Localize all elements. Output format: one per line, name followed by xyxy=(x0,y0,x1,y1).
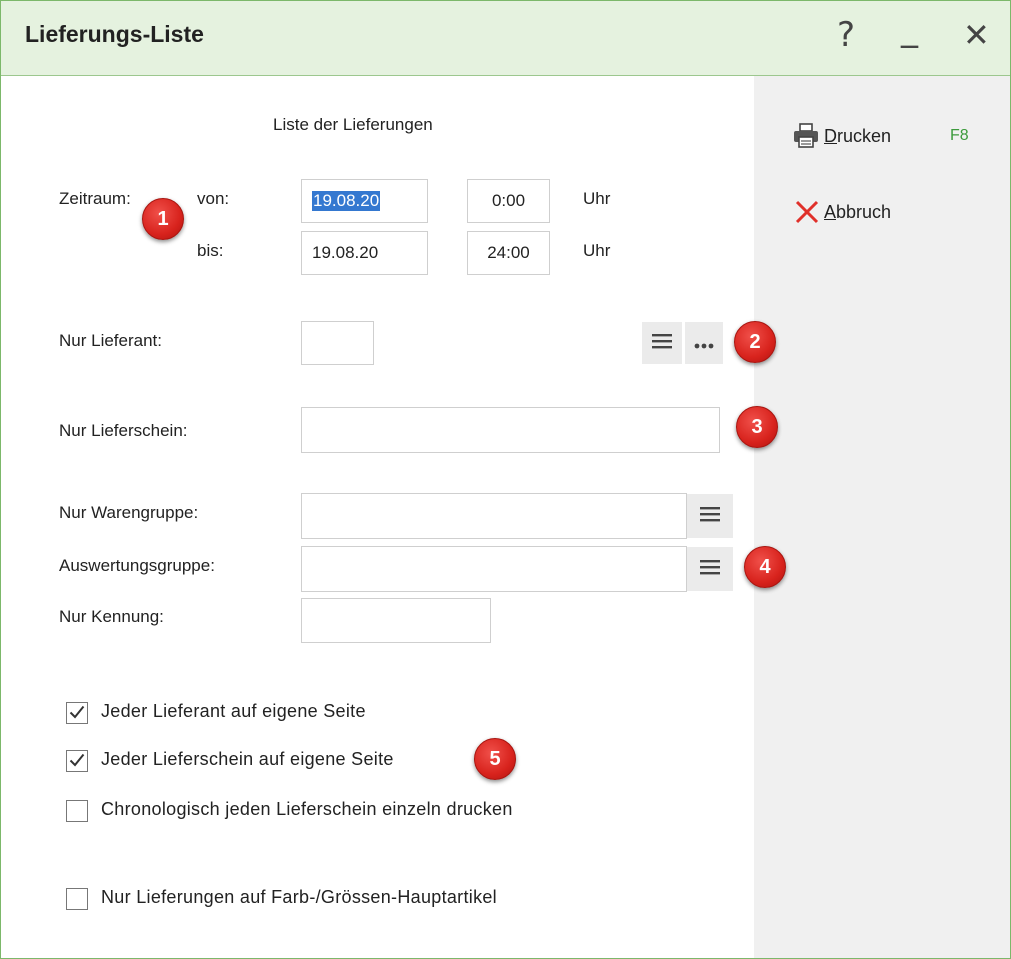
callout-badge-2: 2 xyxy=(734,321,776,363)
von-uhr-label: Uhr xyxy=(583,189,611,208)
auswertungsgruppe-list-button[interactable] xyxy=(687,547,733,591)
von-time-input[interactable]: 0:00 xyxy=(467,179,550,223)
nur-warengruppe-label: Nur Warengruppe: xyxy=(59,503,199,522)
list-menu-icon xyxy=(700,559,720,579)
nur-lieferant-label: Nur Lieferant: xyxy=(59,331,162,350)
bis-time-input[interactable]: 24:00 xyxy=(467,231,550,275)
lieferant-list-button[interactable] xyxy=(642,322,682,364)
warengruppe-list-button[interactable] xyxy=(687,494,733,538)
close-button[interactable]: ✕ xyxy=(963,15,990,55)
form-heading: Liste der Lieferungen xyxy=(273,115,433,134)
von-label: von: xyxy=(197,189,230,208)
checkmark-icon xyxy=(69,752,85,771)
checkbox-jeder-lieferschein[interactable] xyxy=(66,750,88,772)
print-accesskey: D xyxy=(824,125,837,146)
checkbox-farb-groessen-label: Nur Lieferungen auf Farb-/Grössen-Haupta… xyxy=(101,887,497,907)
title-bar: Lieferungs-Liste ? _ ✕ xyxy=(1,1,1010,76)
cancel-button[interactable]: Abbruch xyxy=(794,199,891,225)
list-menu-icon xyxy=(700,506,720,526)
print-button[interactable]: Drucken xyxy=(792,122,891,150)
nur-lieferant-input[interactable] xyxy=(301,321,374,365)
callout-badge-1: 1 xyxy=(142,198,184,240)
minimize-button[interactable]: _ xyxy=(901,9,918,49)
nur-kennung-input[interactable] xyxy=(301,598,491,643)
bis-uhr-label: Uhr xyxy=(583,241,611,260)
print-shortcut: F8 xyxy=(950,127,969,144)
cancel-label: bbruch xyxy=(836,201,892,222)
printer-icon xyxy=(792,122,820,150)
help-button[interactable]: ? xyxy=(837,15,855,55)
nur-lieferschein-input[interactable] xyxy=(301,407,720,453)
checkbox-jeder-lieferschein-label: Jeder Lieferschein auf eigene Seite xyxy=(101,749,394,769)
auswertungsgruppe-input[interactable] xyxy=(301,546,687,592)
nur-lieferschein-label: Nur Lieferschein: xyxy=(59,421,188,440)
zeitraum-label: Zeitraum: xyxy=(59,189,131,208)
bis-date-input[interactable]: 19.08.20 xyxy=(301,231,428,275)
nur-kennung-label: Nur Kennung: xyxy=(59,607,164,626)
lieferant-browse-button[interactable] xyxy=(685,322,723,364)
callout-badge-4: 4 xyxy=(744,546,786,588)
print-label: rucken xyxy=(837,125,892,146)
more-dots-icon xyxy=(694,334,714,353)
checkbox-jeder-lieferant-label: Jeder Lieferant auf eigene Seite xyxy=(101,701,366,721)
checkbox-chronologisch-label: Chronologisch jeden Lieferschein einzeln… xyxy=(101,799,513,819)
bis-label: bis: xyxy=(197,241,224,260)
von-date-value: 19.08.20 xyxy=(312,191,381,211)
checkmark-icon xyxy=(69,704,85,723)
window-title: Lieferungs-Liste xyxy=(25,21,204,47)
cancel-accesskey: A xyxy=(824,201,837,222)
callout-badge-5: 5 xyxy=(474,738,516,780)
checkbox-jeder-lieferant[interactable] xyxy=(66,702,88,724)
checkbox-chronologisch[interactable] xyxy=(66,800,88,822)
list-menu-icon xyxy=(652,333,672,353)
checkbox-farb-groessen[interactable] xyxy=(66,888,88,910)
nur-warengruppe-input[interactable] xyxy=(301,493,687,539)
auswertungsgruppe-label: Auswertungsgruppe: xyxy=(59,556,215,575)
dialog-window: Lieferungs-Liste ? _ ✕ Drucken F8 A bbru… xyxy=(0,0,1011,959)
action-sidebar: Drucken F8 Abbruch xyxy=(754,76,1010,958)
callout-badge-3: 3 xyxy=(736,406,778,448)
von-date-input[interactable]: 19.08.20 xyxy=(301,179,428,223)
cancel-x-icon xyxy=(794,199,820,225)
